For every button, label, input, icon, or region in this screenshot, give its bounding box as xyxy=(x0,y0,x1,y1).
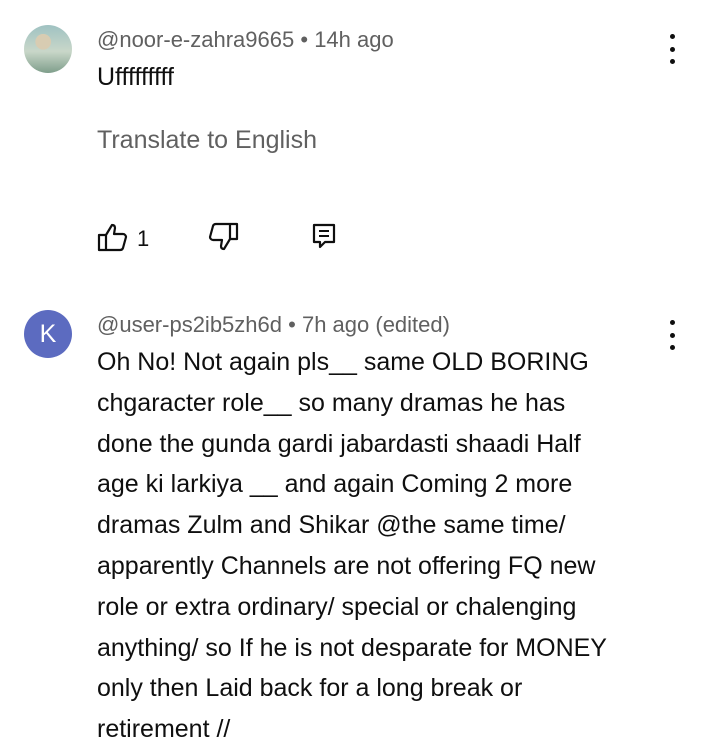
comment-time[interactable]: 14h ago xyxy=(314,27,394,52)
like-count: 1 xyxy=(137,226,150,251)
comment-text-line: anything/ so If he is not desparate for … xyxy=(97,633,607,662)
comment-text-line: dramas Zulm and Shikar @the same time/ xyxy=(97,511,566,540)
meta-separator: • xyxy=(288,312,296,337)
translate-button[interactable]: Translate to English xyxy=(97,126,317,155)
author-handle[interactable]: @user-ps2ib5zh6d xyxy=(97,312,282,337)
comment-text-line: done the gunda gardi jabardasti shaadi H… xyxy=(97,429,581,458)
reply-icon xyxy=(312,223,336,249)
thumbs-down-icon xyxy=(208,222,239,251)
comment-time[interactable]: 7h ago xyxy=(302,312,369,337)
thumbs-up-icon xyxy=(97,223,128,252)
comment-text-line: Oh No! Not again pls__ same OLD BORING xyxy=(97,348,589,376)
comment-1: @noor-e-zahra9665 • 14h ago Ufffffffff T… xyxy=(0,0,720,280)
like-button[interactable]: 1 xyxy=(97,222,149,257)
dislike-button[interactable] xyxy=(207,222,239,257)
meta-separator: • xyxy=(300,27,309,52)
edited-label: (edited) xyxy=(375,312,450,337)
comment-text-line: retirement // xyxy=(97,715,231,744)
comment-text-line: age ki larkiya __ and again Coming 2 mor… xyxy=(97,470,573,499)
comment-meta: @user-ps2ib5zh6d • 7h ago (edited) xyxy=(97,312,450,338)
avatar[interactable] xyxy=(24,25,72,73)
comment-text-line: role or extra ordinary/ special or chale… xyxy=(97,592,577,621)
avatar[interactable]: K xyxy=(24,310,72,358)
comment-text-line: chgaracter role__ so many dramas he has xyxy=(97,388,566,417)
comment-text: Oh No! Not again pls__ same OLD BORING c… xyxy=(97,342,687,750)
comment-text-line: apparently Channels are not offering FQ … xyxy=(97,551,596,580)
reply-button[interactable] xyxy=(311,222,337,255)
comment-text: Ufffffffff xyxy=(97,63,174,91)
comment-2: K @user-ps2ib5zh6d • 7h ago (edited) Oh … xyxy=(0,280,720,751)
comment-meta: @noor-e-zahra9665 • 14h ago xyxy=(97,27,394,53)
comment-text-line: only then Laid back for a long break or xyxy=(97,674,523,703)
author-handle[interactable]: @noor-e-zahra9665 xyxy=(97,27,294,52)
